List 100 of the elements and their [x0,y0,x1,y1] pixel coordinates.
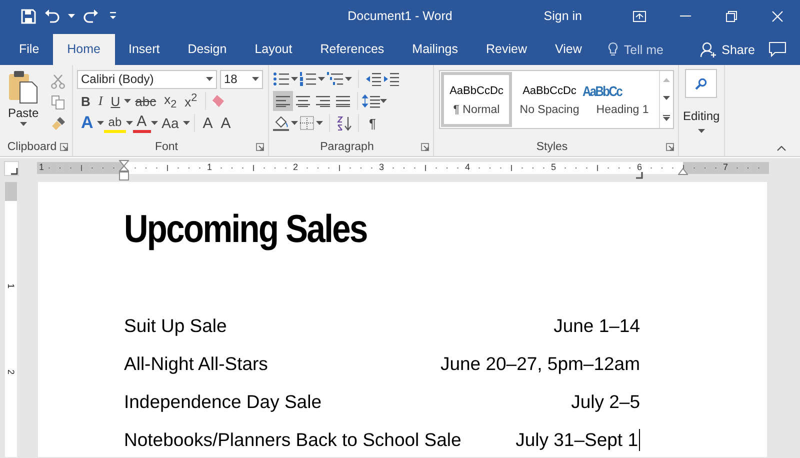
align-left-icon[interactable] [276,95,290,107]
customize-icon[interactable] [107,11,119,21]
caret-icon[interactable] [150,121,158,125]
caret-icon[interactable] [291,77,298,81]
caret-icon[interactable] [182,121,190,125]
paste-button[interactable]: Paste [4,68,43,138]
tell-me-field[interactable]: Tell me [624,42,664,56]
caret-icon[interactable] [206,77,213,81]
collapse-icon[interactable] [777,146,786,151]
group-label: Clipboard [6,141,58,153]
ribbon-tab[interactable]: Layout [240,34,306,65]
numbered-list-icon[interactable] [300,72,316,86]
decrease-indent-icon[interactable] [365,72,381,86]
show-marks-button[interactable]: ¶ [365,113,380,133]
window-title: Document1 - Word [348,9,452,23]
restore-icon[interactable] [726,10,736,22]
ribbon-tab[interactable]: File [5,34,54,65]
increase-indent-icon[interactable] [383,72,399,86]
ruler-margin [5,182,17,201]
strikethrough-button[interactable]: abc [131,91,160,111]
ribbon-tab[interactable]: Mailings [398,34,472,65]
highlight-button[interactable]: ab [104,113,126,133]
dialog-launcher-icon[interactable] [60,143,68,151]
alignment-button[interactable] [273,91,293,111]
more-icon[interactable] [663,114,670,121]
group-label: Paragraph [319,141,375,153]
font-color-button[interactable]: A [132,113,151,133]
dialog-launcher-icon[interactable] [256,143,264,151]
caret-icon[interactable] [126,121,133,125]
minimize-icon[interactable] [680,15,690,17]
change-case-button[interactable]: Aa [158,113,183,133]
share-button[interactable]: Share [722,42,755,56]
comment-icon[interactable] [769,42,786,57]
ruler-number: 4 [465,163,470,172]
editing-button[interactable] [685,69,718,98]
ribbon-tab[interactable]: Review [472,34,542,65]
font-size-field[interactable]: 18 [220,70,263,88]
caret-icon[interactable] [20,122,27,126]
justify-icon[interactable] [336,95,350,107]
ruler-number: 2 [6,368,16,376]
grow-font-button[interactable]: A [198,113,217,133]
lightbulb-icon[interactable] [608,42,618,57]
sign-in-link[interactable]: Sign in [544,9,582,23]
caret-icon[interactable] [97,121,104,125]
underline-button[interactable]: U [106,91,124,111]
scroll-down-icon[interactable] [663,96,670,100]
dialog-launcher-icon[interactable] [666,143,674,151]
sale-dates: July 2–5 [571,391,640,413]
bold-button[interactable]: B [77,91,94,111]
ribbon-tab[interactable]: Insert [114,34,174,65]
ribbon-tab[interactable]: Design [174,34,241,65]
style-item[interactable]: AaBbCcDc ¶ Normal [440,71,513,128]
caret-icon[interactable] [380,99,387,103]
save-icon[interactable] [21,8,36,24]
ribbon-tab[interactable]: References [306,34,398,65]
ruler-number: 1 [6,282,16,290]
multilevel-list-icon[interactable] [327,72,343,86]
tab-stop-icon[interactable] [636,172,643,179]
caret-icon[interactable] [698,129,705,133]
tab-stop-icon [11,168,18,174]
caret-icon[interactable] [345,77,352,81]
clipboard-icon[interactable] [8,70,38,104]
bullet-list-icon[interactable] [273,72,289,86]
caret-icon[interactable] [252,77,259,81]
paint-bucket-icon[interactable] [273,116,289,130]
brush-icon[interactable] [50,116,66,131]
shrink-font-button[interactable]: A [216,113,235,133]
ribbon-tab[interactable]: Home [53,34,114,65]
ruler-number: 1 [39,163,44,172]
text-effects-button[interactable]: A [77,113,98,133]
line-spacing-icon[interactable] [362,94,380,108]
borders-icon[interactable] [300,116,314,130]
italic-button[interactable]: I [94,91,107,111]
caret-icon[interactable] [124,99,132,103]
ribbon-display-icon[interactable] [632,10,646,22]
copy-icon[interactable] [50,95,65,110]
close-icon[interactable] [772,10,782,22]
caret-icon[interactable] [318,77,325,81]
sale-name: All-Night All-Stars [124,353,268,375]
redo-icon[interactable] [83,9,99,23]
sale-name: Suit Up Sale [124,315,227,337]
superscript-button[interactable]: x$^{2}$ [180,91,202,111]
sale-name: Notebooks/Planners Back to School Sale [124,429,462,451]
sale-dates: June 1–14 [554,315,640,337]
person-icon[interactable] [700,42,717,58]
undo-icon[interactable] [44,9,60,23]
search-icon[interactable] [695,78,708,90]
right-indent-icon[interactable] [678,168,688,175]
font-name-field[interactable]: Calibri (Body) [77,70,217,88]
align-center-icon[interactable] [296,95,310,107]
align-right-icon[interactable] [316,95,330,107]
caret-icon[interactable] [316,121,323,125]
subscript-button[interactable]: x$_{2}$ [160,91,181,111]
caret-icon[interactable] [291,121,298,125]
tab-selector[interactable] [4,160,19,176]
caret-icon[interactable] [68,14,75,18]
sort-icon[interactable] [336,116,352,130]
dialog-launcher-icon[interactable] [421,143,429,151]
ruler-number: 2 [293,163,298,172]
ribbon-tab[interactable]: View [541,34,596,65]
